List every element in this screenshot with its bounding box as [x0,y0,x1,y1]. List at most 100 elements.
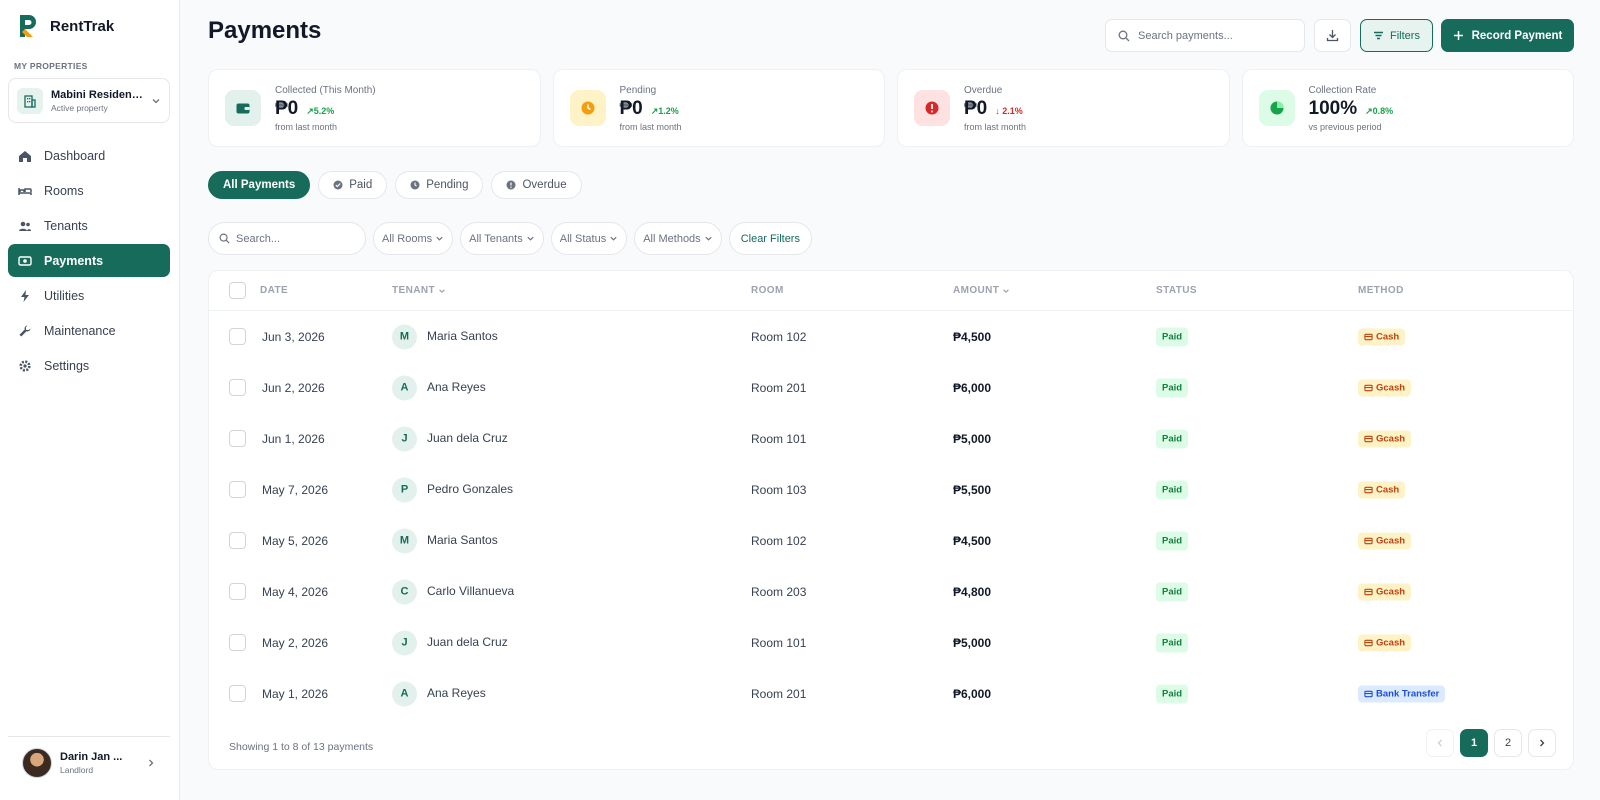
filter-row: All Rooms All Tenants All Status All Met… [208,222,812,255]
sidebar-item-rooms[interactable]: Rooms [8,174,170,207]
table-row[interactable]: May 1, 2026 A Ana Reyes Room 201 ₱6,000 P… [209,668,1573,719]
tab-all-payments[interactable]: All Payments [208,171,311,199]
row-checkbox[interactable] [229,379,246,396]
table-row[interactable]: May 4, 2026 C Carlo Villanueva Room 203 ₱… [209,566,1573,617]
tenant-cell: J Juan dela Cruz [392,630,508,655]
chevron-left-icon [1437,739,1442,747]
stat-change: ↗5.2% [306,105,335,116]
payments-search[interactable] [1105,19,1305,52]
status-cell: Paid [1156,429,1189,448]
check-circle-icon [333,180,343,190]
status-badge: Paid [1156,531,1189,550]
method-cell: Gcash [1358,379,1412,396]
room-cell: Room 101 [751,635,807,650]
tab-pending[interactable]: Pending [395,171,484,199]
table-row[interactable]: May 2, 2026 J Juan dela Cruz Room 101 ₱5,… [209,617,1573,668]
tab-overdue[interactable]: Overdue [491,171,582,199]
building-icon [17,87,43,114]
rooms-select[interactable]: All Rooms [373,222,454,255]
row-checkbox[interactable] [229,430,246,447]
stat-card-collection-rate: Collection Rate 100% ↗0.8% vs previous p… [1241,69,1574,147]
prev-page-button[interactable] [1426,729,1454,757]
search-input[interactable] [1138,29,1288,42]
bed-icon [18,187,32,195]
column-header-date[interactable]: DATE [260,285,288,296]
sidebar-item-dashboard[interactable]: Dashboard [8,139,170,172]
filter-icon [1374,31,1384,40]
sidebar-item-utilities[interactable]: Utilities [8,279,170,312]
stat-value: ₱0 [619,97,643,119]
status-cell: Paid [1156,327,1189,346]
stat-value: 100% [1308,97,1358,119]
table-row[interactable]: Jun 2, 2026 A Ana Reyes Room 201 ₱6,000 P… [209,362,1573,413]
row-checkbox[interactable] [229,532,246,549]
table-search-input[interactable] [236,232,356,245]
room-cell: Room 102 [751,329,807,344]
chevron-down-icon [152,98,160,103]
table-row[interactable]: Jun 1, 2026 J Juan dela Cruz Room 101 ₱5,… [209,413,1573,464]
filters-button[interactable]: Filters [1360,19,1433,52]
tenant-cell: A Ana Reyes [392,681,486,706]
method-badge: Gcash [1358,583,1412,600]
column-header-amount[interactable]: AMOUNT [953,285,1010,296]
clear-filters-label: Clear Filters [740,232,800,245]
next-page-button[interactable] [1528,729,1556,757]
table-row[interactable]: May 7, 2026 P Pedro Gonzales Room 103 ₱5,… [209,464,1573,515]
tab-paid[interactable]: Paid [318,171,388,199]
user-profile[interactable]: Darin Jan ... Landlord [8,736,170,788]
property-selector[interactable]: Mabini Residenc... Active property [8,78,170,123]
table-row[interactable]: May 5, 2026 M Maria Santos Room 102 ₱4,50… [209,515,1573,566]
status-cell: Paid [1156,480,1189,499]
room-cell: Room 101 [751,431,807,446]
row-checkbox[interactable] [229,328,246,345]
brand[interactable]: RentTrak [16,12,114,40]
app-name: RentTrak [50,17,115,35]
method-badge: Cash [1358,328,1406,345]
sidebar-item-tenants[interactable]: Tenants [8,209,170,242]
plus-icon [1453,31,1463,40]
stat-value: ₱0 [275,97,299,119]
sidebar-item-label: Maintenance [44,323,116,338]
cash-icon [1364,486,1373,493]
chevron-right-icon [149,759,154,766]
tenant-cell: J Juan dela Cruz [392,426,508,451]
sidebar-item-payments[interactable]: Payments [8,244,170,277]
stats-row: Collected (This Month) ₱0 ↗5.2% from las… [208,69,1574,147]
row-checkbox[interactable] [229,583,246,600]
stat-label: Pending [619,84,657,96]
table-search[interactable] [208,222,366,255]
clear-filters-button[interactable]: Clear Filters [728,222,812,255]
method-badge: Gcash [1358,532,1412,549]
row-checkbox[interactable] [229,685,246,702]
tab-label: Pending [426,179,469,191]
status-badge: Paid [1156,684,1189,703]
page-title: Payments [208,17,322,44]
column-header-tenant[interactable]: TENANT [392,285,446,296]
row-checkbox[interactable] [229,481,246,498]
tenant-cell: M Maria Santos [392,528,498,553]
cash-icon [1364,333,1373,340]
sidebar-item-maintenance[interactable]: Maintenance [8,314,170,347]
page-button-2[interactable]: 2 [1494,729,1522,757]
tenant-avatar: J [392,426,417,451]
stat-note: from last month [619,121,682,132]
stat-change: ↗0.8% [1365,105,1394,116]
payments-table: DATE TENANT ROOM AMOUNT STATUS METHOD Ju… [208,270,1574,770]
tenant-cell: A Ana Reyes [392,375,486,400]
table-row[interactable]: Jun 3, 2026 M Maria Santos Room 102 ₱4,50… [209,311,1573,362]
page-button-1[interactable]: 1 [1460,729,1488,757]
record-payment-label: Record Payment [1471,29,1563,42]
chevron-down-icon [705,236,712,241]
tenants-select[interactable]: All Tenants [460,222,544,255]
sidebar-item-settings[interactable]: Settings [8,349,170,382]
status-select[interactable]: All Status [550,222,628,255]
stat-note: vs previous period [1308,121,1382,132]
status-badge: Paid [1156,327,1189,346]
row-checkbox[interactable] [229,634,246,651]
export-button[interactable] [1314,19,1351,52]
room-cell: Room 201 [751,380,807,395]
methods-select[interactable]: All Methods [634,222,722,255]
chevron-right-icon [1540,739,1545,747]
select-all-checkbox[interactable] [229,282,246,299]
record-payment-button[interactable]: Record Payment [1441,19,1574,52]
